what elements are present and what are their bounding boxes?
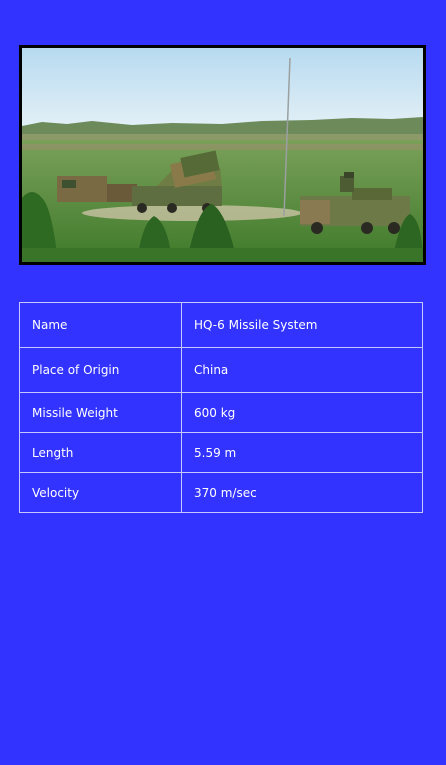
spec-value: 5.59 m	[181, 432, 423, 473]
table-row: Place of Origin China	[19, 347, 423, 393]
spec-value: 370 m/sec	[181, 472, 423, 513]
spec-label: Velocity	[19, 472, 182, 513]
table-row: Missile Weight 600 kg	[19, 392, 423, 433]
table-row: Length 5.59 m	[19, 432, 423, 473]
missile-photo-illustration	[22, 48, 423, 262]
spec-label: Place of Origin	[19, 347, 182, 393]
spec-value: HQ-6 Missile System	[181, 302, 423, 348]
table-row: Name HQ-6 Missile System	[19, 302, 423, 348]
spec-label: Name	[19, 302, 182, 348]
spec-value: 600 kg	[181, 392, 423, 433]
spec-label: Length	[19, 432, 182, 473]
spec-label: Missile Weight	[19, 392, 182, 433]
spec-value: China	[181, 347, 423, 393]
table-row: Velocity 370 m/sec	[19, 472, 423, 513]
missile-system-photo	[19, 45, 426, 265]
specifications-table: Name HQ-6 Missile System Place of Origin…	[19, 302, 423, 513]
